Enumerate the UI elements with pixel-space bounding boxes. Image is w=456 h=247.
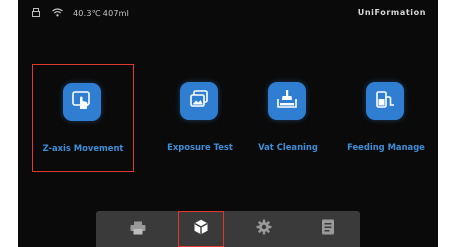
z-axis-icon-box bbox=[63, 83, 101, 121]
tools-cube-icon bbox=[193, 219, 209, 239]
bottom-navigation bbox=[96, 211, 360, 247]
nav-files[interactable] bbox=[306, 211, 350, 247]
z-axis-movement-label: Z-axis Movement bbox=[42, 143, 124, 153]
gear-icon bbox=[256, 219, 272, 239]
document-icon bbox=[321, 219, 335, 239]
tile-vat-cleaning[interactable]: Vat Cleaning bbox=[238, 60, 338, 172]
tile-z-axis-movement[interactable]: Z-axis Movement bbox=[32, 64, 134, 172]
vat-cleaning-icon-box bbox=[268, 82, 306, 120]
photos-icon bbox=[188, 88, 210, 114]
nav-tools[interactable] bbox=[178, 211, 224, 247]
printer-icon bbox=[130, 220, 146, 239]
tile-exposure-test[interactable]: Exposure Test bbox=[150, 60, 250, 172]
status-bar: 40.3℃ 407ml UniFormation bbox=[18, 0, 438, 26]
bottle-feed-icon bbox=[374, 88, 396, 114]
usb-icon bbox=[32, 8, 40, 19]
temperature-readout: 40.3℃ bbox=[73, 9, 101, 18]
exposure-icon-box bbox=[180, 82, 218, 120]
function-menu: Z-axis Movement Exposure Test Vat Cleani… bbox=[18, 60, 438, 172]
feeding-manage-label: Feeding Manage bbox=[347, 142, 425, 152]
nav-settings[interactable] bbox=[242, 211, 286, 247]
resin-volume-readout: 407ml bbox=[102, 9, 130, 18]
nav-print[interactable] bbox=[116, 211, 160, 247]
wifi-icon bbox=[52, 8, 63, 19]
status-indicators: 40.3℃ 407ml bbox=[32, 8, 129, 19]
hand-pointer-icon bbox=[71, 89, 93, 115]
device-screen: 40.3℃ 407ml UniFormation Z-axis Movement bbox=[18, 0, 438, 247]
vat-brush-icon bbox=[276, 88, 298, 114]
tile-feeding-manage[interactable]: Feeding Manage bbox=[336, 60, 436, 172]
brand-logo: UniFormation bbox=[357, 8, 426, 17]
feeding-icon-box bbox=[366, 82, 404, 120]
